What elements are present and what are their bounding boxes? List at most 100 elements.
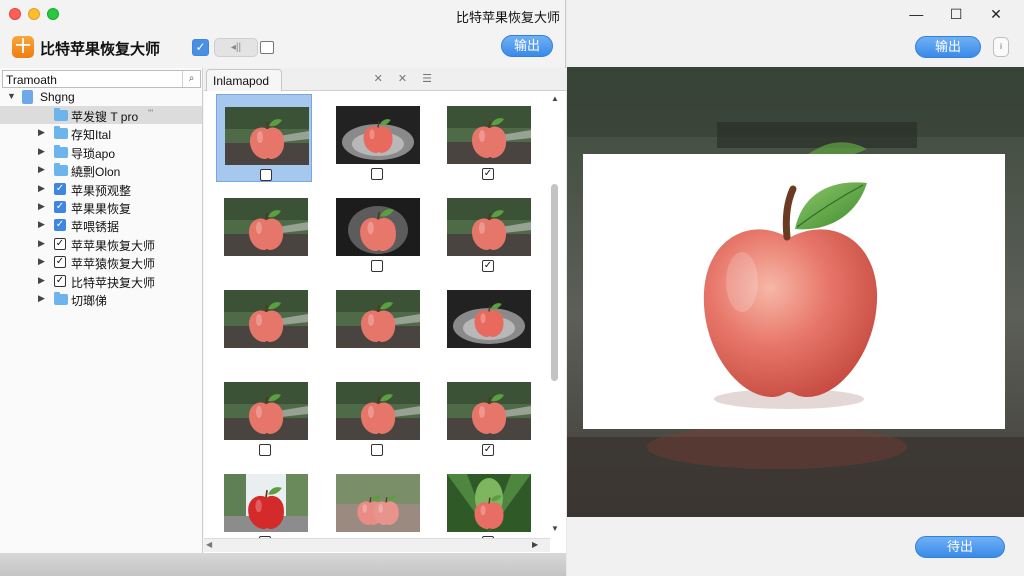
photo-thumbnail[interactable]: ✓ bbox=[439, 186, 535, 274]
zoom-window-button[interactable] bbox=[47, 8, 59, 20]
photo-image[interactable] bbox=[447, 382, 531, 440]
photo-thumbnail[interactable] bbox=[216, 370, 312, 458]
tree-item[interactable]: ▶ ✓ 比特苹抉复大师 bbox=[0, 272, 202, 290]
tree-item[interactable]: 苹发锼 T pro ''' bbox=[0, 106, 202, 124]
photo-image[interactable] bbox=[447, 290, 531, 348]
minimize-window-button[interactable] bbox=[28, 8, 40, 20]
audio-segment-control[interactable]: ◂|| bbox=[214, 38, 258, 57]
scrollbar-thumb[interactable] bbox=[551, 184, 558, 381]
photo-image[interactable] bbox=[225, 107, 309, 165]
thumbnail-checkbox[interactable] bbox=[371, 260, 383, 272]
title-bar: 比特苹果恢复大师 bbox=[0, 0, 566, 30]
vertical-scrollbar[interactable]: ▲ ▼ bbox=[549, 92, 562, 538]
checkbox[interactable]: ✓ bbox=[54, 256, 66, 269]
photo-image[interactable] bbox=[224, 382, 308, 440]
photo-image[interactable] bbox=[224, 290, 308, 348]
thumbnail-checkbox[interactable]: ✓ bbox=[482, 444, 494, 456]
tab-tools-icons[interactable]: ✕ ✕ ☰ bbox=[374, 72, 438, 85]
chevron-right-icon[interactable]: ▶ bbox=[38, 127, 45, 138]
checkbox[interactable]: ✓ bbox=[54, 274, 66, 287]
checkbox[interactable]: ✓ bbox=[54, 201, 66, 213]
photo-thumbnail[interactable] bbox=[328, 278, 424, 366]
horizontal-scrollbar[interactable]: ◀ ▶ bbox=[204, 538, 550, 552]
photo-thumbnail[interactable]: ✓ bbox=[439, 370, 535, 458]
close-icon[interactable]: ✕ bbox=[978, 6, 1014, 23]
thumbnail-checkbox[interactable] bbox=[259, 444, 271, 456]
tree-item-extra: ''' bbox=[148, 108, 154, 118]
tree-device-row[interactable]: ▼ Shgng bbox=[0, 88, 202, 106]
chevron-right-icon[interactable]: ▶ bbox=[38, 146, 45, 157]
tree-item[interactable]: ▶ ✓ 苹苹果恢复大师 bbox=[0, 235, 202, 253]
tree-item[interactable]: ▶ ✓ 苹果预观整 bbox=[0, 180, 202, 198]
export-button-bottom[interactable]: 待出 bbox=[915, 536, 1005, 558]
tree-item[interactable]: ▶ 导琐apo bbox=[0, 143, 202, 161]
photo-image[interactable] bbox=[336, 290, 420, 348]
tree-item-label: 比特苹抉复大师 bbox=[71, 275, 156, 290]
photo-thumbnail[interactable] bbox=[216, 186, 312, 274]
chevron-right-icon[interactable]: ▶ bbox=[38, 219, 45, 230]
chevron-right-icon[interactable]: ▶ bbox=[38, 256, 45, 267]
export-button-top[interactable]: 输出 bbox=[915, 36, 981, 58]
checkbox[interactable]: ✓ bbox=[54, 182, 66, 195]
thumbnail-checkbox[interactable] bbox=[371, 444, 383, 456]
export-button[interactable]: 输出 bbox=[501, 35, 553, 57]
tree-item[interactable]: ▶ 存知Ital bbox=[0, 124, 202, 142]
photo-thumbnail[interactable] bbox=[216, 462, 312, 550]
tree-item[interactable]: ▶ 切瑯俤 bbox=[0, 290, 202, 308]
view-toggle-checkbox[interactable]: ✓ bbox=[192, 39, 209, 56]
tree-item[interactable]: ▶ ✓ 苹果果恢复 bbox=[0, 198, 202, 216]
checkbox[interactable]: ✓ bbox=[54, 237, 66, 250]
chevron-right-icon[interactable]: ▶ bbox=[38, 164, 45, 175]
scroll-right-arrow-icon[interactable]: ▶ bbox=[532, 540, 538, 549]
tab-photos[interactable]: Inlamapod bbox=[206, 69, 282, 91]
search-icon[interactable]: ⌕ bbox=[182, 71, 200, 87]
preview-window: — ☐ ✕ 输出 i 待出 bbox=[567, 0, 1024, 576]
scroll-down-arrow-icon[interactable]: ▼ bbox=[551, 524, 559, 533]
scroll-left-arrow-icon[interactable]: ◀ bbox=[206, 540, 212, 549]
photo-thumbnail[interactable] bbox=[328, 94, 424, 182]
chevron-right-icon[interactable]: ▶ bbox=[38, 183, 45, 194]
folder-icon bbox=[54, 144, 68, 158]
photo-thumbnail[interactable]: ✓ bbox=[439, 94, 535, 182]
checkbox[interactable]: ✓ bbox=[54, 219, 66, 232]
photo-image[interactable] bbox=[224, 474, 308, 532]
photo-image[interactable] bbox=[447, 474, 531, 532]
tree-item[interactable]: ▶ ✓ 苹苹猿恢复大师 bbox=[0, 253, 202, 271]
photo-thumbnail[interactable] bbox=[216, 278, 312, 366]
chevron-right-icon[interactable]: ▶ bbox=[38, 238, 45, 249]
photo-image[interactable] bbox=[447, 198, 531, 256]
window-view-icon[interactable] bbox=[260, 41, 274, 54]
thumbnail-checkbox[interactable]: ✓ bbox=[482, 260, 494, 272]
photo-image[interactable] bbox=[224, 198, 308, 256]
chevron-down-icon[interactable]: ▼ bbox=[7, 91, 16, 101]
photo-image[interactable] bbox=[336, 106, 420, 164]
thumbnail-checkbox[interactable] bbox=[371, 168, 383, 180]
thumbnail-checkbox[interactable] bbox=[260, 169, 272, 181]
photo-thumbnail[interactable] bbox=[216, 94, 312, 182]
photo-thumbnail[interactable] bbox=[328, 186, 424, 274]
photo-image[interactable] bbox=[336, 382, 420, 440]
photo-image[interactable] bbox=[336, 474, 420, 532]
tree-search-field[interactable]: Tramoath ⌕ bbox=[2, 70, 201, 88]
tree-item[interactable]: ▶ ✓ 苹喂锈据 bbox=[0, 216, 202, 234]
thumbnail-checkbox[interactable]: ✓ bbox=[482, 168, 494, 180]
tree-item[interactable]: ▶ 繞剽Olon bbox=[0, 161, 202, 179]
tree-item-label: 存知Ital bbox=[71, 128, 112, 143]
photo-image[interactable] bbox=[447, 106, 531, 164]
maximize-icon[interactable]: ☐ bbox=[938, 6, 974, 23]
close-window-button[interactable] bbox=[9, 8, 21, 20]
chevron-right-icon[interactable]: ▶ bbox=[38, 293, 45, 304]
photo-thumbnail[interactable] bbox=[328, 462, 424, 550]
photo-thumbnail[interactable] bbox=[439, 462, 535, 550]
photo-thumbnail[interactable] bbox=[439, 278, 535, 366]
photo-thumbnail[interactable] bbox=[328, 370, 424, 458]
photo-preview bbox=[567, 67, 1024, 517]
tree-item-label: 苹果果恢复 bbox=[71, 202, 132, 216]
photo-image[interactable] bbox=[336, 198, 420, 256]
chevron-right-icon[interactable]: ▶ bbox=[38, 275, 45, 286]
app-name: 比特苹果恢复大师 bbox=[40, 41, 161, 58]
scroll-up-arrow-icon[interactable]: ▲ bbox=[551, 94, 559, 103]
chevron-right-icon[interactable]: ▶ bbox=[38, 201, 45, 212]
minimize-icon[interactable]: — bbox=[898, 6, 934, 22]
info-icon[interactable]: i bbox=[993, 37, 1009, 57]
